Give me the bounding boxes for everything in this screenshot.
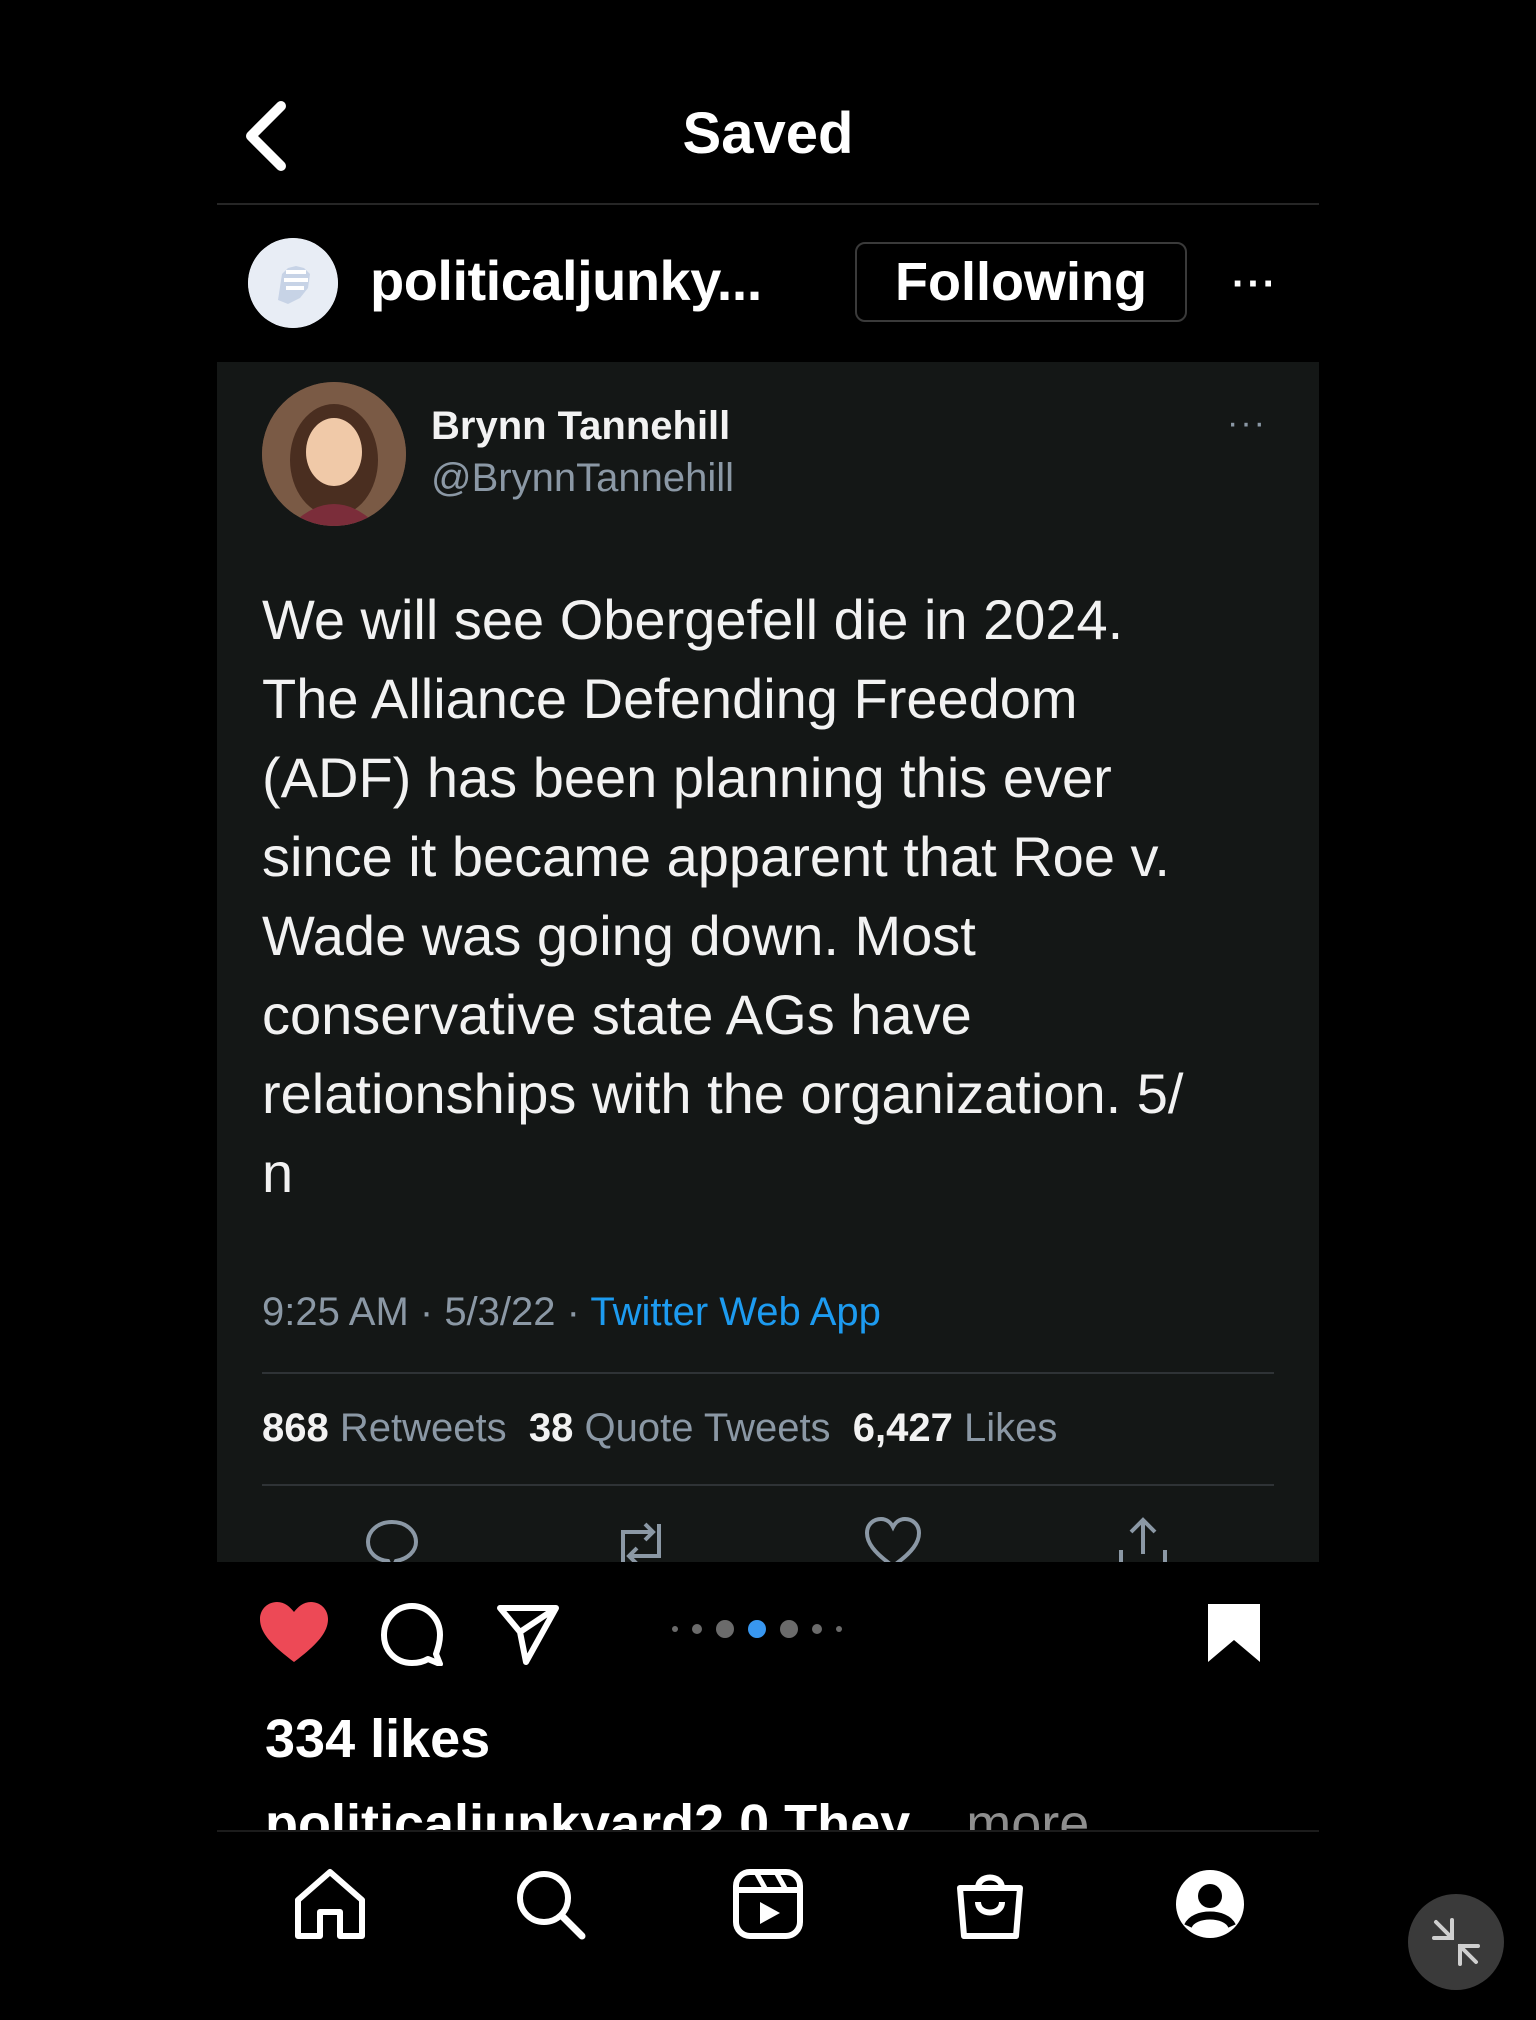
retweets-count: 868 [262, 1406, 329, 1450]
tweet-retweet-icon [621, 1522, 661, 1562]
tweet-author-avatar [262, 382, 406, 526]
search-icon[interactable] [512, 1866, 588, 1942]
caption-more-link: more [951, 1794, 1090, 1831]
tweet-time: 9:25 AM [262, 1290, 409, 1334]
carousel-dot [780, 1620, 798, 1638]
tweet-text: We will see Obergefell die in 2024. The … [262, 588, 1184, 1204]
tweet-author-handle: @BrynnTannehill [431, 456, 734, 500]
tweet-date: 5/3/22 [444, 1290, 556, 1334]
tweet-divider [262, 1372, 1274, 1374]
tweet-reply-icon [365, 1519, 419, 1562]
home-icon[interactable] [292, 1866, 368, 1942]
carousel-dot [716, 1620, 734, 1638]
caption-username: politicaljunkyard2.0 [265, 1794, 770, 1831]
carousel-indicator [672, 1620, 842, 1638]
carousel-dot [812, 1624, 822, 1634]
minimize-icon [1432, 1918, 1480, 1966]
comment-icon[interactable] [380, 1602, 444, 1666]
reels-icon[interactable] [730, 1866, 806, 1942]
heart-icon[interactable] [258, 1600, 330, 1664]
post-options-icon[interactable]: ··· [1232, 262, 1278, 307]
tweet-share-icon [1119, 1517, 1167, 1562]
fist-logo-icon [248, 238, 338, 328]
bottom-nav-divider [217, 1830, 1319, 1832]
tweet-divider [262, 1484, 1274, 1486]
tweet-screenshot: Brynn Tannehill @BrynnTannehill ··· We w… [217, 362, 1319, 1562]
minimize-button[interactable] [1408, 1894, 1504, 1990]
post-username[interactable]: politicaljunky... [370, 248, 762, 313]
carousel-dot [692, 1624, 702, 1634]
share-icon[interactable] [496, 1602, 560, 1666]
header-divider [217, 203, 1319, 205]
likes-count[interactable]: 334 likes [265, 1708, 490, 1770]
carousel-dot [836, 1626, 842, 1632]
profile-icon[interactable] [1172, 1866, 1248, 1942]
tweet-likes-count: 6,427 [852, 1406, 953, 1450]
tweet-like-icon [864, 1516, 922, 1562]
page-title: Saved [682, 101, 854, 166]
tweet-stats: 868 Retweets 38 Quote Tweets 6,427 Likes [262, 1406, 1058, 1450]
caption-text: They... [769, 1794, 952, 1831]
tweet-author-name: Brynn Tannehill [431, 404, 731, 448]
following-button[interactable]: Following [855, 242, 1187, 322]
tweet-options-icon: ··· [1227, 404, 1267, 442]
post-caption[interactable]: politicaljunkyard2.0 They... more [265, 1793, 1089, 1831]
quotes-count: 38 [528, 1406, 574, 1450]
carousel-dot [748, 1620, 766, 1638]
bookmark-icon[interactable] [1206, 1602, 1262, 1664]
post-author-avatar[interactable] [248, 238, 338, 328]
tweet-source: Twitter Web App [590, 1290, 881, 1334]
shop-icon[interactable] [952, 1866, 1028, 1942]
carousel-dot [672, 1626, 678, 1632]
tweet-meta: 9:25 AM · 5/3/22 · Twitter Web App [262, 1290, 881, 1334]
